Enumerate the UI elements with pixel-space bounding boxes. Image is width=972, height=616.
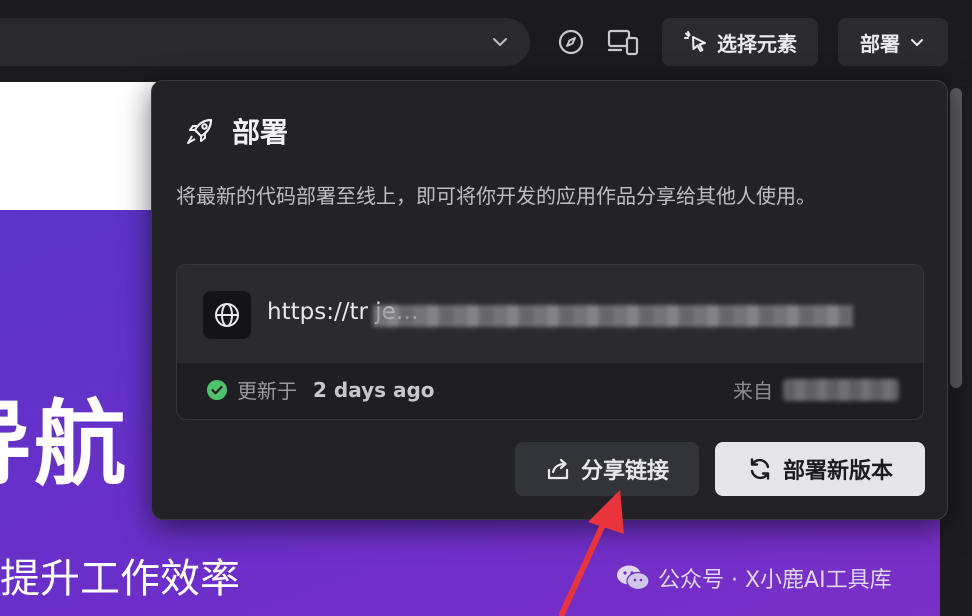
globe-icon-box [203,291,251,339]
deployment-card: https://tr je… 更新于 2 days ago 来自 [176,264,924,420]
rocket-icon [187,118,213,144]
watermark: 公众号 · X小鹿AI工具库 [616,562,892,594]
deploy-dropdown-label: 部署 [860,31,900,56]
deploy-popover: 部署 将最新的代码部署至线上，即可将你开发的应用作品分享给其他人使用。 http… [151,80,948,520]
hero-title: 导航 [0,391,129,498]
annotation-arrow-icon [559,490,624,616]
chevron-down-icon [911,39,923,46]
select-element-label: 选择元素 [717,31,797,56]
globe-icon [215,303,239,327]
deployment-url-row[interactable]: https://tr je… [177,265,923,363]
updated-info: 更新于 2 days ago [207,375,435,404]
deploy-dropdown-button[interactable]: 部署 [838,18,948,66]
hero-subtitle: 提升工作效率 [0,556,240,602]
popover-header: 部署 [184,111,288,151]
select-element-button[interactable]: 选择元素 [662,18,818,66]
popover-description: 将最新的代码部署至线上，即可将你开发的应用作品分享给其他人使用。 [176,184,816,208]
source-info: 来自 [733,375,899,404]
deploy-new-version-label: 部署新版本 [782,459,893,484]
compass-icon[interactable] [557,28,585,56]
cursor-sparkle-icon [684,31,706,52]
watermark-text: 公众号 · X小鹿AI工具库 [658,568,892,593]
scrollbar-thumb[interactable] [950,88,962,388]
redacted-source-mask [783,378,899,401]
chevron-down-icon[interactable] [490,32,510,52]
wechat-icon [617,565,650,591]
address-bar[interactable] [0,18,530,66]
share-link-label: 分享链接 [580,459,669,484]
share-icon [547,458,569,480]
check-circle-icon [207,379,227,400]
device-preview-icon[interactable] [607,28,639,56]
popover-title: 部署 [232,116,289,149]
updated-label: 更新于 [237,379,297,403]
refresh-icon [750,458,770,480]
top-toolbar: 选择元素 部署 [0,0,972,82]
updated-value: 2 days ago [313,377,435,402]
deploy-new-version-button[interactable]: 部署新版本 [715,442,925,496]
redacted-url-mask [373,305,853,327]
from-label: 来自 [733,379,773,403]
